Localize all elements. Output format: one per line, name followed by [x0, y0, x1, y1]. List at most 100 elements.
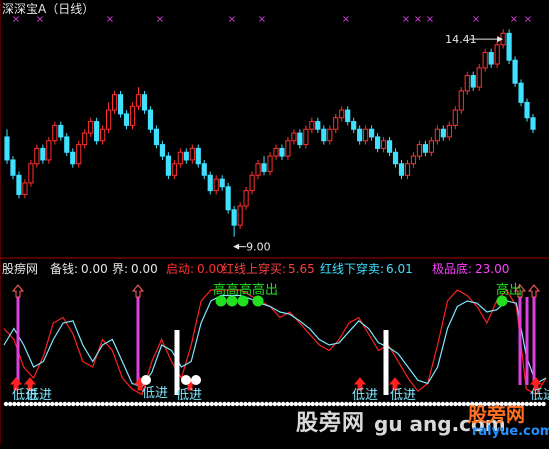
candle-body [309, 121, 315, 130]
candle-body [303, 128, 309, 146]
candle-body [524, 101, 530, 119]
candle [261, 156, 267, 176]
baseline-dot [104, 401, 110, 407]
candle-body [267, 155, 273, 172]
baseline-dot [125, 401, 130, 407]
field-label: 启动: [166, 262, 195, 276]
baseline-dot [449, 401, 454, 407]
candle-body [380, 140, 387, 149]
baseline-dot [3, 401, 9, 407]
x-marker-icon: × [402, 14, 410, 25]
candle [398, 159, 405, 180]
candle-body [141, 94, 148, 111]
field-value: 5.65 [288, 262, 315, 276]
candle [512, 56, 518, 88]
candle [470, 71, 476, 91]
baseline-dot [423, 401, 429, 407]
candle-body [494, 44, 500, 65]
candle [482, 48, 488, 72]
candle-body [392, 151, 399, 165]
candle [70, 148, 76, 168]
candle-body [153, 128, 160, 146]
candle-body [404, 163, 411, 176]
candle-body [94, 121, 100, 142]
signal-text-low-in: 低进 [390, 388, 416, 403]
candle-body [106, 109, 112, 130]
signal-text-low-in: 低进 [530, 388, 549, 403]
candlestick-layer[interactable] [4, 29, 536, 237]
watermark-logo-text: 股旁网 [468, 404, 526, 426]
candle [518, 79, 524, 107]
indicator-field-jipindi: 极品底: 23.00 [432, 262, 509, 276]
candle [422, 140, 429, 157]
baseline-dot [100, 401, 105, 407]
candle-body [476, 67, 482, 88]
candle [135, 87, 142, 111]
candle [375, 133, 381, 153]
candle-body [375, 136, 381, 149]
candle-body [291, 132, 297, 142]
baseline-dot [150, 401, 156, 407]
candle [28, 159, 34, 187]
candle-body [64, 136, 70, 153]
candle [321, 125, 327, 145]
candle-body [237, 205, 243, 226]
candle [351, 117, 357, 134]
baseline-dot [524, 401, 529, 407]
candle [201, 159, 207, 180]
candle-body [165, 155, 171, 176]
baseline-dot [285, 401, 290, 407]
candle-body [255, 163, 261, 176]
candle-body [398, 163, 405, 176]
candle [159, 140, 165, 160]
candle-body [213, 178, 219, 192]
candle-body [195, 147, 201, 165]
x-marker-icon: × [342, 14, 350, 25]
field-label: 界: [112, 262, 129, 276]
magenta-spike-bar [525, 297, 529, 385]
candle [267, 152, 273, 176]
baseline-dot [159, 401, 164, 407]
candle-body [207, 174, 213, 192]
high-annotation-label: 14.41 [445, 33, 477, 46]
top-up-arrow-icon [527, 284, 541, 298]
candle-body [243, 190, 249, 207]
candle [219, 175, 225, 191]
indicator-field-qidong: 启动: 0.00 [166, 262, 224, 276]
candle [386, 136, 393, 157]
white-signal-bar [383, 330, 389, 395]
candle [34, 144, 40, 168]
x-marker-icon: × [524, 14, 532, 25]
candle-body [488, 52, 494, 65]
candle [327, 125, 333, 145]
field-label: 备钱: [50, 262, 79, 276]
baseline-dot [239, 401, 244, 407]
candle-body [261, 163, 267, 172]
baseline-dot [226, 401, 231, 407]
candle-body [285, 140, 291, 157]
candle-body [386, 140, 393, 153]
baseline-dot [66, 401, 72, 407]
candle-body [464, 75, 470, 92]
baseline-dot [167, 401, 172, 407]
baseline-dot [134, 401, 139, 407]
candle [410, 152, 417, 168]
signal-text-high-out: 高出 [496, 282, 522, 298]
candle-body [416, 144, 423, 157]
baseline-dot [142, 401, 147, 407]
candle-body [452, 109, 458, 126]
signal-text-high-out-stacked: 高高高高出 [213, 282, 278, 298]
field-label: 红线下穿卖: [320, 262, 385, 276]
candle-body [327, 128, 333, 142]
candle [494, 41, 500, 68]
low-annotation-label: 9.00 [246, 241, 271, 254]
candle [309, 117, 315, 134]
candle-body [279, 147, 285, 157]
field-value: 6.01 [386, 262, 413, 276]
baseline-dot [432, 401, 437, 407]
x-marker-icon: × [258, 14, 266, 25]
baseline-dot [444, 401, 450, 407]
candle-body [10, 159, 16, 176]
candle [392, 148, 399, 168]
baseline-dot [138, 401, 143, 407]
